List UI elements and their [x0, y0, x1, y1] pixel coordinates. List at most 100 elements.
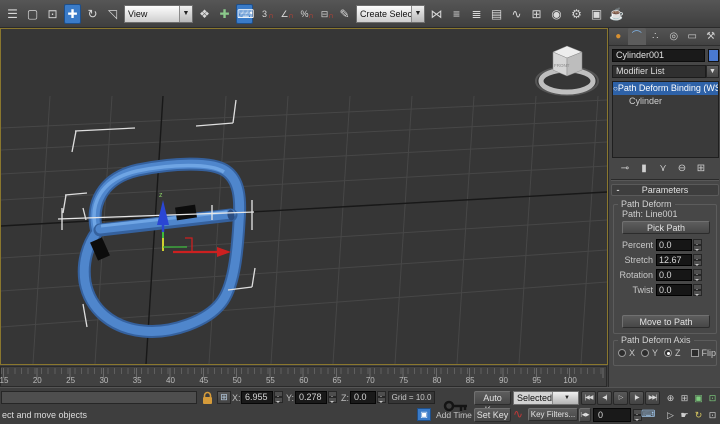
coord-x-spinner[interactable]	[274, 391, 283, 403]
graphite-modeling-tools-button[interactable]: ▤	[488, 4, 505, 24]
axis-radio-x[interactable]	[618, 349, 626, 357]
render-setup-button[interactable]: ⚙	[568, 4, 585, 24]
tab-modify[interactable]: ⌒	[628, 28, 647, 45]
percent-field[interactable]: 0.0	[656, 239, 692, 251]
modifier-stack-item[interactable]: ○Path Deform Binding (WS	[613, 82, 718, 95]
set-keys-key-icon[interactable]	[443, 393, 469, 419]
reference-coordinate-system[interactable]: View▼	[124, 5, 193, 23]
coord-z-field[interactable]: 0.0	[350, 391, 376, 404]
field-of-view-button[interactable]: ▷	[664, 408, 677, 422]
configure-modifier-sets-button[interactable]: ⊞	[694, 162, 708, 175]
gizmo-z-arrowhead[interactable]	[157, 200, 169, 225]
twist-field[interactable]: 0.0	[656, 284, 692, 296]
next-frame-button[interactable]: |▶	[629, 391, 644, 405]
object-color-swatch[interactable]	[708, 49, 719, 62]
keyboard-shortcut-override-toggle-button[interactable]: ⌨	[236, 4, 253, 24]
zoom-extents-button[interactable]: ▣	[692, 391, 705, 405]
modifier-list-arrow[interactable]: ▼	[706, 65, 719, 78]
align-button[interactable]: ≡	[448, 4, 465, 24]
dropdown-arrow-icon[interactable]: ▼	[179, 6, 192, 22]
select-and-manipulate-button[interactable]: ✚	[216, 4, 233, 24]
move-to-path-button[interactable]: Move to Path	[622, 315, 710, 328]
perspective-viewport[interactable]: z FRONT	[0, 28, 608, 365]
named-selection-sets[interactable]: Create Selection Se▼	[356, 5, 425, 23]
show-end-result-button[interactable]: ▮	[637, 162, 651, 175]
coord-y-spinner[interactable]	[328, 391, 337, 403]
remove-modifier-button[interactable]: ⊖	[675, 162, 689, 175]
go-to-start-button[interactable]: |◀◀	[581, 391, 596, 405]
percent-snap-toggle-button[interactable]: %∩	[296, 4, 313, 24]
time-track-bar[interactable]: 1520253035404550556065707580859095100	[0, 366, 607, 387]
rendered-frame-window-button[interactable]: ▣	[588, 4, 605, 24]
zoom-button[interactable]: ⊕	[664, 391, 677, 405]
coord-y-field[interactable]: 0.278	[295, 391, 327, 404]
spinner-snap-toggle-button[interactable]: ⊟∩	[316, 4, 333, 24]
viewcube[interactable]: FRONT	[536, 46, 598, 95]
layer-manager-button[interactable]: ≣	[468, 4, 485, 24]
curve-editor-button[interactable]: ∿	[508, 4, 525, 24]
window-crossing-toggle-button[interactable]: ⊡	[44, 4, 61, 24]
percent-spinner[interactable]	[693, 239, 702, 251]
auto-key-button[interactable]: Auto Key	[474, 391, 511, 405]
play-button[interactable]: ▷	[613, 391, 628, 405]
parameters-rollout-header[interactable]: - Parameters	[611, 184, 719, 196]
current-frame-field[interactable]: 0	[593, 408, 631, 422]
axis-radio-z[interactable]	[664, 349, 672, 357]
rotation-spinner[interactable]	[693, 269, 702, 281]
absolute-offset-mode-toggle[interactable]: ⊞	[217, 391, 231, 404]
key-filter-set-dropdown[interactable]: Selected ▼	[513, 391, 579, 405]
material-editor-button[interactable]: ◉	[548, 4, 565, 24]
twist-spinner[interactable]	[693, 284, 702, 296]
coord-x-field[interactable]: 6.955	[241, 391, 273, 404]
pick-path-button[interactable]: Pick Path	[622, 221, 710, 234]
edit-named-selection-sets-button[interactable]: ✎	[336, 4, 353, 24]
stretch-field[interactable]: 12.67	[656, 254, 692, 266]
use-pivot-point-center-button[interactable]: ❖	[196, 4, 213, 24]
object-name-field[interactable]: Cylinder001	[612, 49, 705, 62]
tab-hierarchy[interactable]: ∴	[646, 28, 665, 45]
set-key-button[interactable]: Set Key	[474, 408, 511, 422]
tab-motion[interactable]: ◎	[665, 28, 684, 45]
select-and-move-button[interactable]: ✚	[64, 4, 81, 24]
keyboard-shortcut-override-icon[interactable]: ⌨	[641, 408, 655, 422]
key-mode-toggle-button[interactable]: |◀▶	[579, 408, 591, 422]
gizmo-x-arrowhead[interactable]	[217, 247, 231, 257]
coord-z-spinner[interactable]	[377, 391, 386, 403]
flip-checkbox[interactable]	[691, 349, 699, 357]
pan-button[interactable]: ☛	[678, 408, 691, 422]
zoom-extents-all-button[interactable]: ⊡	[706, 391, 719, 405]
select-by-name-button[interactable]: ☰	[4, 4, 21, 24]
go-to-end-button[interactable]: ▶▶|	[645, 391, 660, 405]
tab-utilities[interactable]: ⚒	[702, 28, 720, 45]
tab-create[interactable]: ●	[609, 28, 628, 45]
mirror-button[interactable]: ⋈	[428, 4, 445, 24]
set-key-curve-icon[interactable]: ∿	[513, 407, 523, 421]
rotation-field[interactable]: 0.0	[656, 269, 692, 281]
select-and-rotate-button[interactable]: ↻	[84, 4, 101, 24]
dropdown-arrow-icon[interactable]: ▼	[552, 392, 578, 404]
maxscript-mini-listener[interactable]	[1, 391, 197, 404]
dropdown-arrow-icon[interactable]: ▼	[411, 6, 424, 22]
snaps-toggle-3d-button[interactable]: 3∩	[256, 4, 273, 24]
maximize-viewport-toggle-button[interactable]: ⊡	[706, 408, 719, 422]
rectangular-selection-region-button[interactable]: ▢	[24, 4, 41, 24]
key-filters-button[interactable]: Key Filters...	[528, 408, 578, 421]
axis-radio-y[interactable]	[641, 349, 649, 357]
gizmo-plane-handle[interactable]	[185, 238, 192, 252]
tab-display[interactable]: ▭	[683, 28, 702, 45]
angle-snap-toggle-button[interactable]: ∠∩	[276, 4, 293, 24]
previous-frame-button[interactable]: ◀|	[597, 391, 612, 405]
render-production-button[interactable]: ☕	[608, 4, 625, 24]
schematic-view-button[interactable]: ⊞	[528, 4, 545, 24]
make-unique-button[interactable]: ⋎	[656, 162, 670, 175]
isolate-selection-toggle[interactable]: ▣	[417, 408, 431, 421]
rollout-collapse-icon[interactable]: -	[612, 185, 624, 195]
pin-stack-button[interactable]: ⊸	[618, 162, 632, 175]
modifier-list-dropdown[interactable]: Modifier List	[612, 65, 706, 78]
stretch-spinner[interactable]	[693, 254, 702, 266]
orbit-button[interactable]: ↻	[692, 408, 705, 422]
modifier-stack-item[interactable]: Cylinder	[613, 95, 718, 108]
select-and-uniform-scale-button[interactable]: ◹	[104, 4, 121, 24]
zoom-all-button[interactable]: ⊞	[678, 391, 691, 405]
selection-lock-icon[interactable]	[201, 391, 214, 405]
